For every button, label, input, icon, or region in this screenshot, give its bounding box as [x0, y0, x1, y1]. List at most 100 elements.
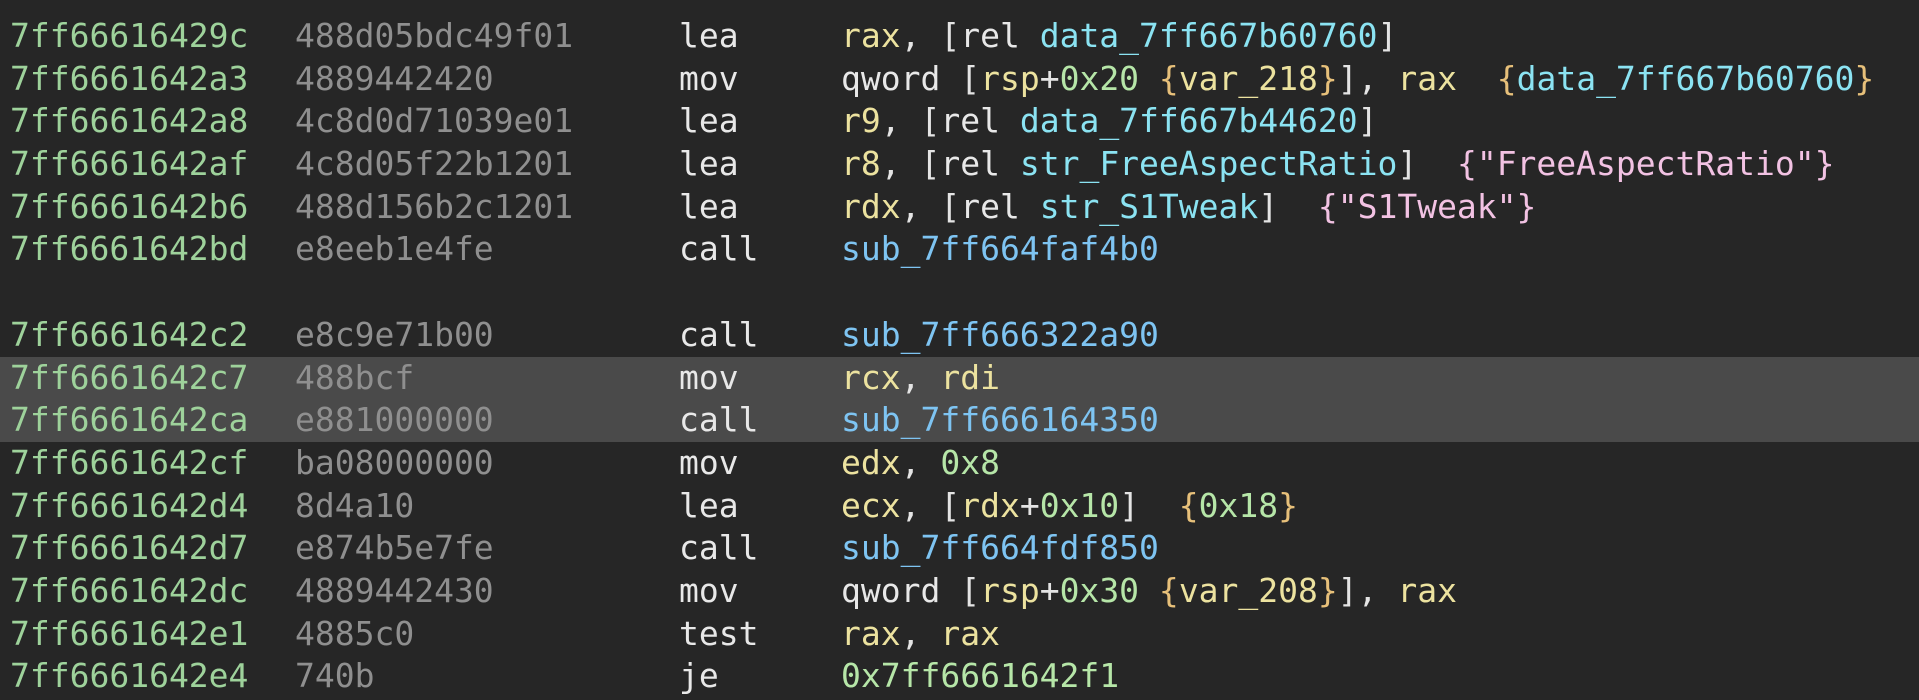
immediate-operand: 0x18: [1198, 485, 1279, 525]
data-symbol-link[interactable]: str_FreeAspectRatio: [1020, 144, 1398, 183]
instruction-row[interactable]: 7ff6661642a8 4c8d0d71039e01 lea r9, [rel da…: [0, 100, 1919, 143]
register-operand[interactable]: edx: [841, 443, 901, 482]
instruction-address[interactable]: 7ff6661642c2: [10, 314, 248, 357]
instruction-row[interactable]: 7ff6661642d7 e874b5e7fe call sub_7ff664fdf8…: [0, 527, 1919, 570]
register-operand[interactable]: rax: [940, 614, 1000, 653]
string-annotation: {"S1Tweak"}: [1317, 186, 1537, 226]
operand-punctuation: ]: [1258, 186, 1318, 226]
operand-punctuation: , [: [880, 144, 941, 184]
instruction-address[interactable]: 7ff6661642c7: [10, 357, 248, 400]
instruction-row[interactable]: 7ff6661642bd e8eeb1e4fe call sub_7ff664faf4…: [0, 228, 1919, 271]
register-operand[interactable]: rsp: [980, 59, 1040, 98]
register-operand[interactable]: r8: [841, 144, 881, 183]
operand-punctuation: ,: [900, 613, 941, 653]
instruction-address[interactable]: 7ff6661642e4: [10, 655, 248, 698]
instruction-mnemonic: mov: [679, 442, 739, 482]
instruction-bytes: 4c8d0d71039e01: [295, 101, 574, 141]
register-operand[interactable]: rax: [841, 16, 901, 55]
register-operand[interactable]: rax: [1397, 59, 1457, 98]
function-symbol-link[interactable]: sub_7ff666322a90: [841, 315, 1159, 354]
operand-keyword: rel: [960, 186, 1020, 226]
instruction-row[interactable]: 7ff6661642c2 e8c9e71b00 call sub_7ff666322a…: [0, 314, 1919, 357]
instruction-row[interactable]: 7ff6661642e1 4885c0 test rax, rax: [0, 613, 1919, 656]
instruction-address[interactable]: 7ff6661642d4: [10, 485, 248, 528]
operand-keyword: qword: [841, 570, 941, 610]
instruction-operands: r8, [rel str_FreeAspectRatio] {"FreeAspe…: [841, 143, 1834, 186]
instruction-address[interactable]: 7ff6661642cf: [10, 442, 248, 485]
stack-variable[interactable]: var_218: [1179, 59, 1318, 98]
register-operand[interactable]: rdx: [960, 486, 1020, 525]
instruction-bytes: 4c8d05f22b1201: [295, 144, 574, 184]
instruction-mnemonic: mov: [679, 58, 739, 98]
instruction-operands: rcx, rdi: [841, 357, 1000, 400]
instruction-operands: r9, [rel data_7ff667b44620]: [841, 100, 1377, 143]
instruction-row[interactable]: 7ff66616429c 488d05bdc49f01 lea rax, [rel d…: [0, 15, 1919, 58]
operand-punctuation: , [: [880, 101, 941, 141]
instruction-address[interactable]: 7ff6661642e1: [10, 613, 248, 656]
instruction-operands: rax, rax: [841, 613, 1000, 656]
function-symbol-link[interactable]: sub_7ff664fdf850: [841, 528, 1159, 567]
annotation-brace: {: [1178, 485, 1199, 525]
instruction-address[interactable]: 7ff6661642a3: [10, 58, 248, 101]
instruction-mnemonic: je: [679, 656, 719, 696]
instruction-row[interactable]: 7ff6661642e4 740b je 0x7ff6661642f1: [0, 655, 1919, 698]
instruction-row[interactable]: 7ff6661642d4 8d4a10 lea ecx, [rdx+0x10] {0x…: [0, 485, 1919, 528]
annotation-brace: {: [1139, 58, 1179, 98]
instruction-address[interactable]: 7ff6661642a8: [10, 100, 248, 143]
register-operand[interactable]: rdi: [940, 358, 1000, 397]
instruction-bytes: e874b5e7fe: [295, 528, 494, 568]
immediate-operand: 0x10: [1039, 485, 1120, 525]
register-operand[interactable]: rsp: [980, 571, 1040, 610]
operand-punctuation: ],: [1337, 58, 1398, 98]
register-operand[interactable]: rax: [1397, 571, 1457, 610]
instruction-operands: ecx, [rdx+0x10] {0x18}: [841, 485, 1298, 528]
instruction-row[interactable]: 7ff6661642ca e881000000 call sub_7ff6661643…: [0, 399, 1919, 442]
instruction-row[interactable]: 7ff6661642dc 4889442430 mov qword [rsp+0x30…: [0, 570, 1919, 613]
register-operand[interactable]: rax: [841, 614, 901, 653]
instruction-address[interactable]: 7ff66616429c: [10, 15, 248, 58]
instruction-address[interactable]: 7ff6661642ca: [10, 399, 248, 442]
data-symbol-link[interactable]: data_7ff667b60760: [1517, 59, 1855, 98]
instruction-bytes: 488d05bdc49f01: [295, 16, 574, 55]
instruction-address[interactable]: 7ff6661642d7: [10, 527, 248, 570]
data-symbol-link[interactable]: data_7ff667b44620: [1020, 101, 1358, 140]
immediate-operand: 0x7ff6661642f1: [841, 656, 1120, 696]
instruction-operands: qword [rsp+0x30 {var_208}], rax: [841, 570, 1457, 613]
immediate-operand: 0x8: [940, 442, 1000, 482]
operand-punctuation: [: [940, 58, 981, 98]
disassembly-listing: 7ff66616429c 488d05bdc49f01 lea rax, [rel d…: [0, 15, 1919, 698]
operand-punctuation: ]: [1377, 16, 1398, 55]
instruction-address[interactable]: 7ff6661642b6: [10, 186, 248, 229]
operand-punctuation: , [: [900, 186, 961, 226]
operand-keyword: qword: [841, 58, 941, 98]
immediate-operand: 0x20: [1059, 58, 1140, 98]
instruction-mnemonic: call: [679, 314, 759, 354]
instruction-address[interactable]: 7ff6661642dc: [10, 570, 248, 613]
stack-variable[interactable]: var_208: [1179, 571, 1318, 610]
instruction-address[interactable]: 7ff6661642af: [10, 143, 248, 186]
function-symbol-link[interactable]: sub_7ff666164350: [841, 400, 1159, 439]
operand-punctuation: ]: [1397, 144, 1457, 184]
register-operand[interactable]: rcx: [841, 358, 901, 397]
operand-punctuation: ,: [900, 357, 941, 397]
instruction-mnemonic: test: [679, 613, 759, 653]
operand-punctuation: [1020, 187, 1040, 226]
instruction-operands: rdx, [rel str_S1Tweak] {"S1Tweak"}: [841, 186, 1536, 229]
instruction-operands: rax, [rel data_7ff667b60760]: [841, 15, 1397, 58]
register-operand[interactable]: ecx: [841, 486, 901, 525]
instruction-mnemonic: call: [679, 400, 759, 440]
instruction-row[interactable]: 7ff6661642a3 4889442420 mov qword [rsp+0x20…: [0, 58, 1919, 101]
data-symbol-link[interactable]: data_7ff667b60760: [1040, 16, 1378, 55]
function-symbol-link[interactable]: sub_7ff664faf4b0: [841, 229, 1159, 268]
instruction-bytes: 4885c0: [295, 613, 415, 653]
instruction-row[interactable]: 7ff6661642c7 488bcf mov rcx, rdi: [0, 356, 1919, 400]
operand-keyword: rel: [940, 144, 1000, 184]
instruction-row[interactable]: 7ff6661642af 4c8d05f22b1201 lea r8, [rel st…: [0, 143, 1919, 186]
register-operand[interactable]: r9: [841, 101, 881, 140]
data-symbol-link[interactable]: str_S1Tweak: [1040, 187, 1259, 226]
instruction-row[interactable]: 7ff6661642b6 488d156b2c1201 lea rdx, [rel s…: [0, 186, 1919, 229]
register-operand[interactable]: rdx: [841, 187, 901, 226]
immediate-operand: 0x30: [1059, 570, 1140, 610]
instruction-address[interactable]: 7ff6661642bd: [10, 228, 248, 271]
instruction-row[interactable]: 7ff6661642cf ba08000000 mov edx, 0x8: [0, 442, 1919, 485]
